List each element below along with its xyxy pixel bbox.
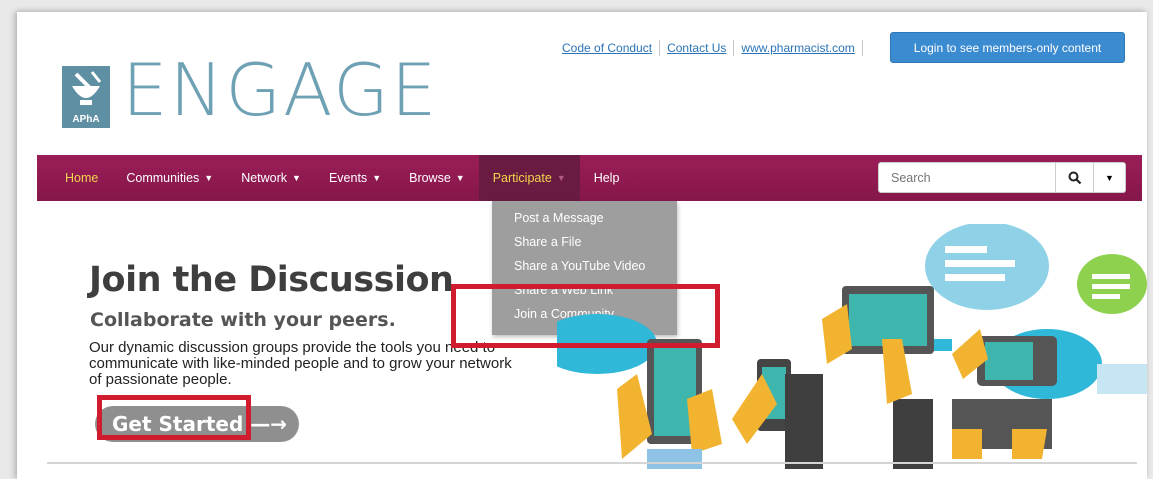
divider <box>659 40 661 56</box>
logo-wordmark: ENGAGE <box>122 48 439 132</box>
divider <box>733 40 735 56</box>
search-options-dropdown[interactable]: ▼ <box>1094 162 1126 193</box>
divider <box>861 40 863 56</box>
contact-us-link[interactable]: Contact Us <box>667 41 726 55</box>
code-of-conduct-link[interactable]: Code of Conduct <box>562 41 652 55</box>
main-navbar: Home Communities ▼ Network ▼ Events ▼ Brows… <box>37 155 1142 201</box>
caret-down-icon: ▼ <box>372 173 382 183</box>
arrow-right-icon: —→ <box>250 412 288 436</box>
caret-down-icon: ▼ <box>556 173 566 183</box>
highlight-box-join-community <box>451 284 720 348</box>
search-button[interactable] <box>1056 162 1094 193</box>
section-divider <box>47 462 1137 464</box>
nav-browse[interactable]: Browse ▼ <box>395 155 479 201</box>
logo-badge-text: APhA <box>72 114 100 125</box>
nav-participate[interactable]: Participate ▼ <box>478 155 580 201</box>
nav-network[interactable]: Network ▼ <box>227 155 315 201</box>
nav-help[interactable]: Help <box>580 155 634 201</box>
nav-browse-label: Browse <box>409 171 451 185</box>
nav-communities-label: Communities <box>126 171 200 185</box>
caret-down-icon: ▼ <box>292 173 301 183</box>
nav-events-label: Events <box>328 171 368 185</box>
engage-logo[interactable]: APhA ENGAGE <box>62 52 512 132</box>
login-button[interactable]: Login to see members-only content <box>890 32 1125 63</box>
caret-down-icon: ▼ <box>204 173 214 183</box>
nav-help-label: Help <box>593 171 620 185</box>
nav-events[interactable]: Events ▼ <box>315 155 395 201</box>
search-icon <box>1068 171 1081 184</box>
pharmacist-link[interactable]: www.pharmacist.com <box>741 41 854 55</box>
nav-network-label: Network <box>241 171 288 185</box>
hero-subtitle: Collaborate with your peers. <box>90 309 396 331</box>
nav-home[interactable]: Home <box>37 155 112 201</box>
apha-logo-icon: APhA <box>62 66 110 128</box>
search-group: ▼ <box>878 162 1126 193</box>
nav-communities[interactable]: Communities ▼ <box>112 155 227 201</box>
hero-title: Join the Discussion <box>89 260 454 300</box>
nav-participate-label: Participate <box>492 171 552 185</box>
utility-links: Code of Conduct Contact Us www.pharmacis… <box>562 40 870 56</box>
page: Code of Conduct Contact Us www.pharmacis… <box>17 12 1147 479</box>
caret-down-icon: ▼ <box>455 173 465 183</box>
search-input[interactable] <box>878 162 1056 193</box>
caret-down-icon: ▼ <box>1105 172 1114 183</box>
nav-home-label: Home <box>65 171 99 185</box>
highlight-box-get-started <box>97 395 251 440</box>
